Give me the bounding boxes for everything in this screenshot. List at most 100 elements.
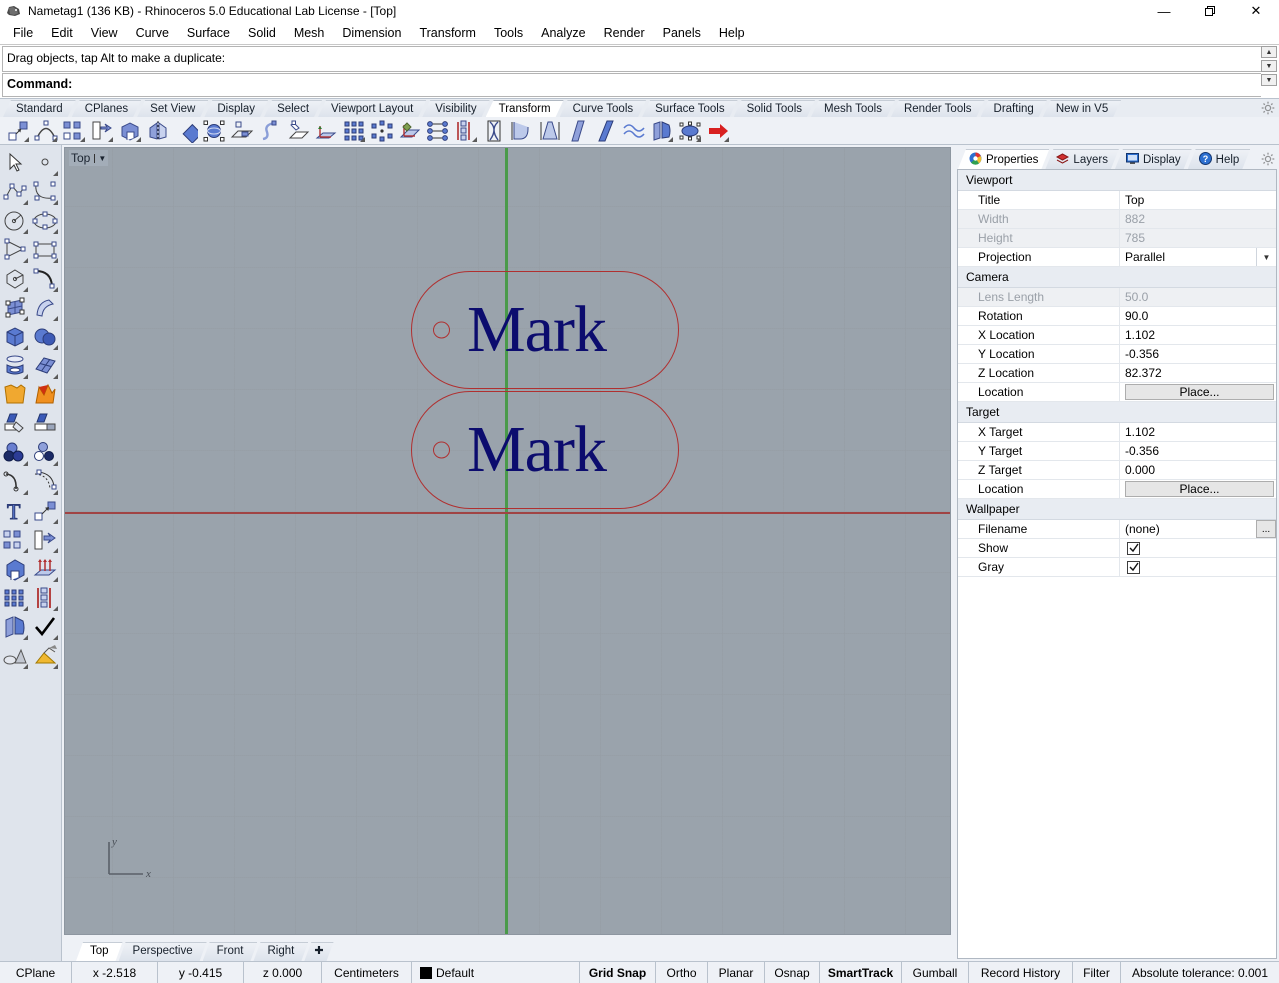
viewport-tab-perspective[interactable]: Perspective [119, 942, 207, 961]
property-value[interactable]: 1.102 [1120, 326, 1276, 344]
tab-select[interactable]: Select [264, 100, 322, 117]
scale-3d-icon[interactable] [202, 119, 226, 143]
property-value[interactable]: 0.000 [1120, 461, 1276, 479]
extrude-solid-icon[interactable] [1, 555, 29, 583]
cage-edit-icon[interactable] [678, 119, 702, 143]
shear-2-icon[interactable] [566, 119, 590, 143]
menu-view[interactable]: View [82, 24, 127, 42]
scroll-down-2-icon[interactable]: ▼ [1261, 74, 1277, 86]
status-smarttrack[interactable]: SmartTrack [820, 962, 902, 983]
property-row-rotation[interactable]: Rotation 90.0 [958, 307, 1276, 326]
menu-render[interactable]: Render [595, 24, 654, 42]
rotate-3d-icon[interactable] [118, 119, 142, 143]
property-value-projection[interactable]: Parallel ▼ [1120, 248, 1276, 266]
menu-solid[interactable]: Solid [239, 24, 285, 42]
status-osnap[interactable]: Osnap [765, 962, 820, 983]
property-row-z-target[interactable]: Z Target 0.000 [958, 461, 1276, 480]
polygon-triangle-icon[interactable] [1, 236, 29, 264]
status-cplane[interactable]: CPlane [0, 962, 72, 983]
panel-tab-help[interactable]: ? Help [1188, 149, 1251, 169]
menu-panels[interactable]: Panels [654, 24, 710, 42]
array-along-curve-icon[interactable] [31, 584, 59, 612]
menu-mesh[interactable]: Mesh [285, 24, 334, 42]
surface-control-points-icon[interactable] [1, 294, 29, 322]
panel-tab-layers[interactable]: Layers [1045, 149, 1119, 169]
status-grid-snap[interactable]: Grid Snap [580, 962, 656, 983]
tab-standard[interactable]: Standard [3, 100, 76, 117]
move-icon[interactable] [6, 119, 30, 143]
flow-along-curve-icon[interactable] [426, 119, 450, 143]
tab-cplanes[interactable]: CPlanes [72, 100, 141, 117]
menu-file[interactable]: File [4, 24, 42, 42]
orient-icon[interactable] [286, 119, 310, 143]
close-button[interactable]: ✕ [1233, 0, 1279, 22]
split-icon[interactable] [31, 410, 59, 438]
menu-surface[interactable]: Surface [178, 24, 239, 42]
tab-visibility[interactable]: Visibility [422, 100, 489, 117]
array-along-curve-icon[interactable] [398, 119, 422, 143]
property-value[interactable]: -0.356 [1120, 442, 1276, 460]
rectangle-icon[interactable] [31, 236, 59, 264]
surface-sweep-icon[interactable] [31, 294, 59, 322]
gear-icon[interactable] [1261, 101, 1275, 115]
minimize-button[interactable]: — [1141, 0, 1187, 22]
mirror-icon[interactable] [146, 119, 170, 143]
status-gumball[interactable]: Gumball [902, 962, 969, 983]
status-units[interactable]: Centimeters [322, 962, 412, 983]
copy-icon[interactable] [62, 119, 86, 143]
menu-tools[interactable]: Tools [485, 24, 532, 42]
menu-edit[interactable]: Edit [42, 24, 82, 42]
copy-icon[interactable] [1, 526, 29, 554]
property-row-x-location[interactable]: X Location 1.102 [958, 326, 1276, 345]
polyline-icon[interactable] [1, 178, 29, 206]
property-value[interactable]: -0.356 [1120, 345, 1276, 363]
tab-set-view[interactable]: Set View [137, 100, 208, 117]
viewport-tab-top[interactable]: Top [76, 942, 123, 961]
smooth-icon[interactable] [622, 119, 646, 143]
menu-analyze[interactable]: Analyze [532, 24, 594, 42]
show-checkbox[interactable] [1127, 541, 1140, 555]
apply-arrow-icon[interactable] [706, 119, 730, 143]
panel-tab-display[interactable]: Display [1115, 149, 1192, 169]
command-scrollbar[interactable]: ▲ ▼ ▼ [1261, 46, 1277, 97]
boolean-union-icon[interactable] [1, 381, 29, 409]
property-value[interactable]: 90.0 [1120, 307, 1276, 325]
move-icon[interactable] [31, 497, 59, 525]
viewport-tab-right[interactable]: Right [253, 942, 308, 961]
array-icon[interactable] [1, 584, 29, 612]
target-place-button[interactable]: Place... [1125, 481, 1274, 497]
fillet-curve-icon[interactable] [1, 468, 29, 496]
box-icon[interactable] [1, 323, 29, 351]
tab-transform[interactable]: Transform [486, 100, 564, 117]
mesh-surface-icon[interactable] [31, 352, 59, 380]
shade-icon[interactable] [1, 642, 29, 670]
property-value[interactable]: 82.372 [1120, 364, 1276, 382]
property-row-y-target[interactable]: Y Target -0.356 [958, 442, 1276, 461]
menu-transform[interactable]: Transform [410, 24, 485, 42]
property-row-projection[interactable]: Projection Parallel ▼ [958, 248, 1276, 267]
tab-curve-tools[interactable]: Curve Tools [560, 100, 647, 117]
status-layer[interactable]: Default [412, 962, 580, 983]
chevron-down-icon[interactable]: ▼ [1256, 248, 1276, 266]
render-icon[interactable] [31, 642, 59, 670]
polygon-icon[interactable] [1, 265, 29, 293]
rotate-icon[interactable] [31, 526, 59, 554]
tab-mesh-tools[interactable]: Mesh Tools [811, 100, 895, 117]
status-filter[interactable]: Filter [1073, 962, 1121, 983]
property-row-show[interactable]: Show [958, 539, 1276, 558]
gray-checkbox[interactable] [1127, 560, 1140, 574]
camera-place-button[interactable]: Place... [1125, 384, 1274, 400]
property-row-y-location[interactable]: Y Location -0.356 [958, 345, 1276, 364]
sphere-icon[interactable] [31, 323, 59, 351]
viewport-tab-front[interactable]: Front [203, 942, 258, 961]
point-icon[interactable] [31, 149, 59, 177]
remap-cplane-icon[interactable] [314, 119, 338, 143]
set-points-icon[interactable] [454, 119, 478, 143]
status-planar[interactable]: Planar [708, 962, 765, 983]
property-row-target-location[interactable]: Location Place... [958, 480, 1276, 499]
array-rectangular-icon[interactable] [342, 119, 366, 143]
select-arrow-icon[interactable] [1, 149, 29, 177]
status-record-history[interactable]: Record History [969, 962, 1073, 983]
array-polar-icon[interactable] [370, 119, 394, 143]
property-row-filename[interactable]: Filename (none) ... [958, 520, 1276, 539]
